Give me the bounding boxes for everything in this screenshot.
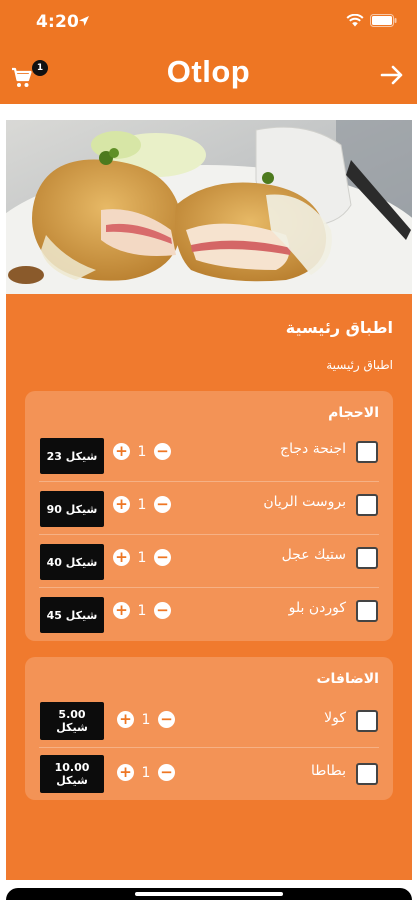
list-item: 90 شيكل + 1 − بروست الريان xyxy=(25,482,393,535)
item-checkbox[interactable] xyxy=(356,763,378,785)
quantity-value: 1 xyxy=(137,549,147,566)
group-title-sizes: الاحجام xyxy=(328,405,379,421)
item-checkbox[interactable] xyxy=(356,710,378,732)
cordon-bleu-photo xyxy=(6,120,412,294)
app-title: Otlop xyxy=(166,54,251,89)
price-tag: 23 شيكل xyxy=(40,438,104,474)
decrement-button[interactable]: − xyxy=(154,496,171,513)
quantity-stepper: + 1 − xyxy=(113,549,171,566)
item-checkbox[interactable] xyxy=(356,441,378,463)
item-checkbox[interactable] xyxy=(356,547,378,569)
price-tag: 10.00 شيكل xyxy=(40,755,104,793)
price-amount: 5.00 xyxy=(58,708,86,721)
quantity-stepper: + 1 − xyxy=(113,443,171,460)
home-indicator xyxy=(135,892,283,896)
item-checkbox[interactable] xyxy=(356,494,378,516)
list-item: 23 شيكل + 1 − اجنحة دجاج xyxy=(25,429,393,482)
quantity-value: 1 xyxy=(141,764,151,781)
list-item: 40 شيكل + 1 − ستيك عجل xyxy=(25,535,393,588)
arrow-right-icon[interactable] xyxy=(379,62,405,88)
price-tag: 5.00 شيكل xyxy=(40,702,104,740)
quantity-stepper: + 1 − xyxy=(117,711,175,728)
item-name: كولا xyxy=(324,710,346,726)
item-name: بروست الريان xyxy=(263,494,346,510)
list-item: 5.00 شيكل + 1 − كولا xyxy=(25,695,393,748)
item-name: كوردن بلو xyxy=(288,600,346,616)
price-tag: 45 شيكل xyxy=(40,597,104,633)
increment-button[interactable]: + xyxy=(117,711,134,728)
quantity-stepper: + 1 − xyxy=(117,764,175,781)
price-tag: 40 شيكل xyxy=(40,544,104,580)
increment-button[interactable]: + xyxy=(113,496,130,513)
group-title-extras: الاضافات xyxy=(316,671,379,687)
quantity-value: 1 xyxy=(137,443,147,460)
increment-button[interactable]: + xyxy=(113,549,130,566)
quantity-value: 1 xyxy=(137,496,147,513)
list-item: 10.00 شيكل + 1 − بطاطا xyxy=(25,748,393,801)
price-tag: 90 شيكل xyxy=(40,491,104,527)
item-name: ستيك عجل xyxy=(281,547,346,563)
increment-button[interactable]: + xyxy=(117,764,134,781)
item-name: بطاطا xyxy=(310,763,346,779)
status-time: 4:20 xyxy=(36,12,80,32)
sizes-group: الاحجام 23 شيكل + 1 − اجنحة دجاج 90 شيكل… xyxy=(25,391,393,641)
location-arrow-icon xyxy=(79,16,89,26)
price-currency: شيكل xyxy=(56,721,88,734)
status-bar: 4:20 xyxy=(0,0,417,44)
wifi-icon xyxy=(346,14,364,27)
decrement-button[interactable]: − xyxy=(154,602,171,619)
list-item: 45 شيكل + 1 − كوردن بلو xyxy=(25,588,393,641)
decrement-button[interactable]: − xyxy=(154,549,171,566)
increment-button[interactable]: + xyxy=(113,602,130,619)
status-indicators xyxy=(346,14,397,27)
decrement-button[interactable]: − xyxy=(158,711,175,728)
item-checkbox[interactable] xyxy=(356,600,378,622)
battery-icon xyxy=(370,14,397,27)
quantity-stepper: + 1 − xyxy=(113,496,171,513)
hero-image xyxy=(6,120,412,294)
app-header: 1 Otlop xyxy=(0,44,417,104)
price-currency: شيكل xyxy=(56,774,88,787)
section-title: اطباق رئيسية xyxy=(285,318,393,337)
quantity-stepper: + 1 − xyxy=(113,602,171,619)
price-amount: 10.00 xyxy=(54,761,90,774)
decrement-button[interactable]: − xyxy=(154,443,171,460)
item-name: اجنحة دجاج xyxy=(280,441,346,457)
section-subtitle: اطباق رئيسية xyxy=(326,358,393,372)
decrement-button[interactable]: − xyxy=(158,764,175,781)
extras-group: الاضافات 5.00 شيكل + 1 − كولا 10.00 شيكل… xyxy=(25,657,393,800)
increment-button[interactable]: + xyxy=(113,443,130,460)
quantity-value: 1 xyxy=(137,602,147,619)
quantity-value: 1 xyxy=(141,711,151,728)
